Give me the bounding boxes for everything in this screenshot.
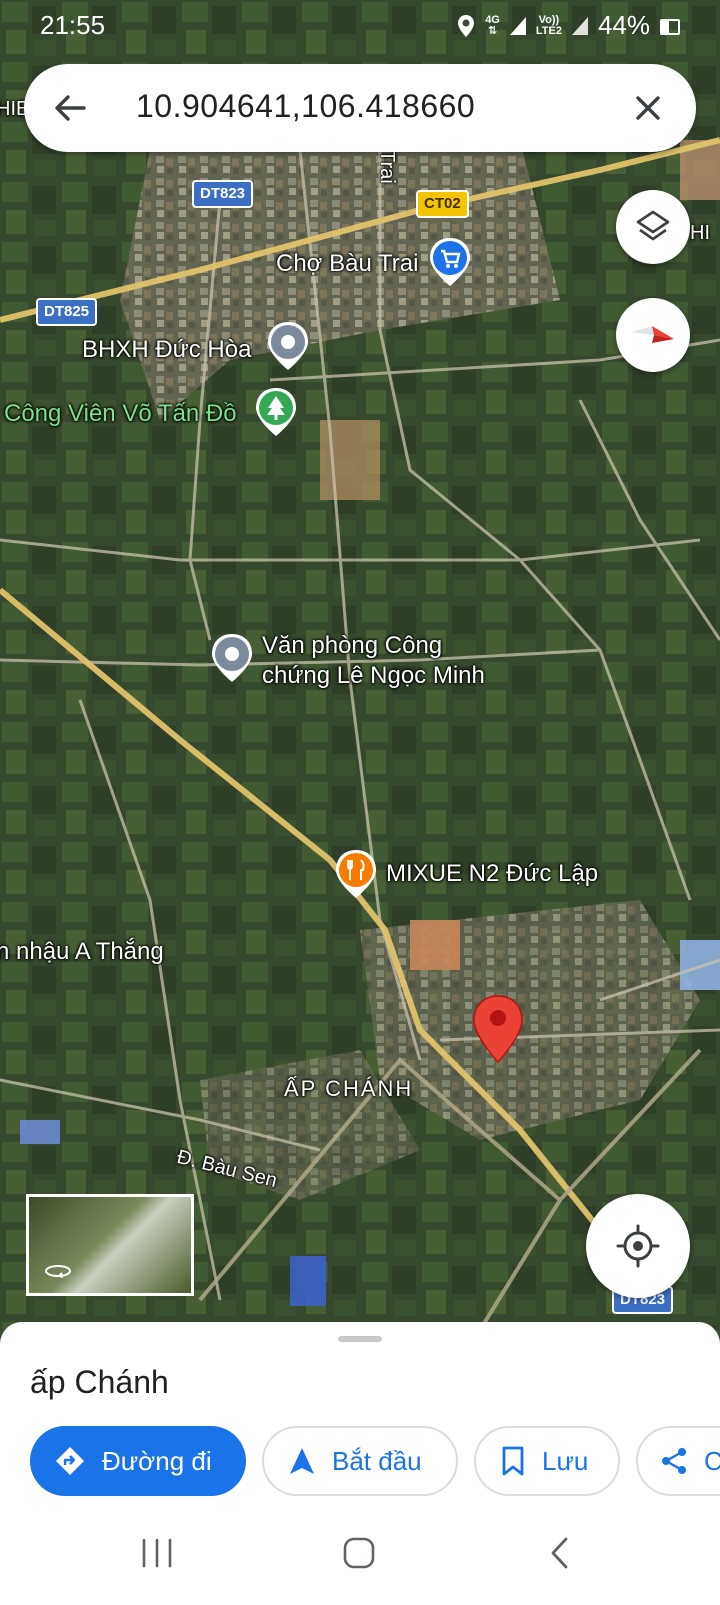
- recent-apps-icon[interactable]: [140, 1538, 174, 1568]
- battery-icon: [660, 18, 680, 35]
- back-arrow-icon[interactable]: [50, 88, 90, 128]
- close-icon[interactable]: [628, 88, 668, 128]
- place-label-market[interactable]: Chợ Bàu Trai: [276, 250, 418, 278]
- place-label-pub[interactable]: n nhậu A Thắng: [0, 938, 164, 966]
- place-label-office[interactable]: BHXH Đức Hòa: [82, 336, 251, 364]
- search-bar[interactable]: 10.904641,106.418660: [24, 64, 696, 152]
- road-label-trai: Trai: [376, 150, 398, 184]
- back-icon[interactable]: [548, 1536, 570, 1570]
- share-button[interactable]: C: [636, 1426, 720, 1496]
- area-label-ap-chanh: ẤP CHÁNH: [284, 1076, 414, 1101]
- road-shield-dt825: DT825: [36, 298, 98, 326]
- place-title: ấp Chánh: [30, 1364, 169, 1400]
- home-icon[interactable]: [342, 1536, 376, 1570]
- status-time: 21:55: [40, 10, 106, 40]
- place-label-notary-line1[interactable]: Văn phòng Công: [262, 632, 442, 660]
- dropped-location-pin-icon[interactable]: [472, 994, 524, 1066]
- compass-button[interactable]: [616, 298, 690, 372]
- status-icons: 4G ⇅ Vo)) LTE2 44%: [457, 10, 680, 41]
- location-icon: [458, 14, 475, 37]
- place-pin-icon-notary[interactable]: [210, 632, 254, 686]
- street-view-360-icon: [45, 1265, 71, 1278]
- layers-icon: [636, 210, 670, 241]
- bookmark-icon: [502, 1446, 524, 1476]
- street-view-thumbnail[interactable]: [26, 1194, 194, 1296]
- network-type-label: 4G ⇅: [485, 13, 500, 37]
- layers-button[interactable]: [616, 190, 690, 264]
- place-label-park[interactable]: Công Viên Võ Tấn Đồ: [4, 400, 237, 428]
- start-label: Bắt đầu: [332, 1445, 422, 1476]
- place-pin-icon-office[interactable]: [266, 320, 310, 374]
- status-bar: 21:55 4G ⇅ Vo)) LTE2 44%: [0, 0, 720, 52]
- sheet-drag-handle[interactable]: [338, 1336, 382, 1342]
- my-location-button[interactable]: [586, 1194, 690, 1298]
- navigation-arrow-icon: [290, 1448, 314, 1474]
- restaurant-fork-knife-pin-icon[interactable]: [334, 848, 378, 902]
- compass-needle-icon: [632, 326, 674, 343]
- save-button[interactable]: Lưu: [474, 1426, 620, 1496]
- signal-icon-2: [571, 16, 588, 35]
- place-label-restaurant[interactable]: MIXUE N2 Đức Lập: [386, 860, 598, 888]
- battery-percent: 44%: [597, 10, 650, 40]
- search-query-text[interactable]: 10.904641,106.418660: [136, 88, 475, 125]
- map-edge-label-right: HI: [690, 222, 710, 244]
- road-shield-ct02: CT02: [416, 190, 469, 218]
- road-shield-dt823-top: DT823: [192, 180, 254, 208]
- shopping-cart-pin-icon[interactable]: [428, 236, 472, 290]
- system-navigation-bar: [0, 1502, 720, 1605]
- place-label-notary-line2[interactable]: chứng Lê Ngọc Minh: [262, 662, 485, 690]
- start-navigation-button[interactable]: Bắt đầu: [262, 1426, 458, 1496]
- park-tree-pin-icon[interactable]: [254, 386, 298, 440]
- save-label: Lưu: [542, 1445, 589, 1476]
- directions-icon: [56, 1447, 84, 1475]
- directions-label: Đường đi: [102, 1445, 212, 1476]
- share-icon: [662, 1448, 686, 1474]
- share-label: C: [704, 1445, 720, 1476]
- directions-button[interactable]: Đường đi: [30, 1426, 246, 1496]
- place-bottom-sheet[interactable]: ấp Chánh Đường đi Bắt đầu Lưu C: [0, 1322, 720, 1502]
- signal-icon-1: [509, 16, 526, 35]
- volte-label: Vo)) LTE2: [535, 13, 562, 37]
- my-location-crosshair-icon: [616, 1224, 660, 1268]
